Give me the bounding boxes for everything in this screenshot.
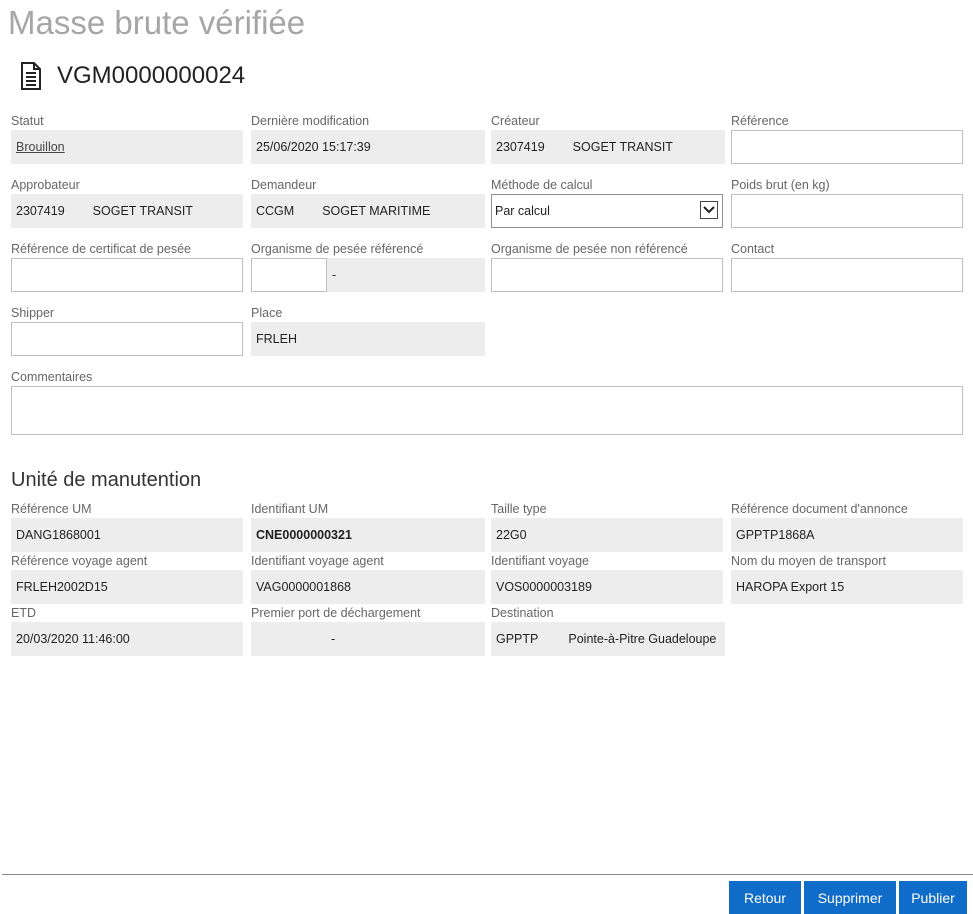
methode-calcul-value: Par calcul <box>495 204 550 218</box>
organisme-non-reference-input[interactable] <box>491 258 723 292</box>
page-title: Masse brute vérifiée <box>8 4 306 41</box>
destination-field: GPPTP Pointe-à-Pitre Guadeloupe <box>491 622 725 656</box>
nom-transport-field: HAROPA Export 15 <box>731 570 963 604</box>
commentaires-label: Commentaires <box>11 370 93 384</box>
nom-transport-label: Nom du moyen de transport <box>731 554 886 568</box>
destination-label: Destination <box>491 606 554 620</box>
premier-port-field: - <box>251 622 485 656</box>
place-label: Place <box>251 306 283 320</box>
demandeur-code: CCGM <box>256 204 295 218</box>
supprimer-button[interactable]: Supprimer <box>804 881 896 914</box>
demandeur-label: Demandeur <box>251 178 317 192</box>
publier-button[interactable]: Publier <box>899 881 967 914</box>
destination-name: Pointe-à-Pitre Guadeloupe <box>568 632 717 646</box>
ref-certificat-label: Référence de certificat de pesée <box>11 242 191 256</box>
document-id: VGM0000000024 <box>57 62 246 89</box>
derniere-modification-label: Dernière modification <box>251 114 370 128</box>
taille-type-label: Taille type <box>491 502 547 516</box>
approbateur-label: Approbateur <box>11 178 80 192</box>
approbateur-code: 2307419 <box>16 204 65 218</box>
methode-calcul-label: Méthode de calcul <box>491 178 593 192</box>
commentaires-textarea[interactable] <box>11 386 963 435</box>
organisme-reference-code-input[interactable] <box>251 258 327 292</box>
reference-input[interactable] <box>731 130 963 164</box>
approbateur-name: SOGET TRANSIT <box>92 204 193 218</box>
createur-code: 2307419 <box>496 140 545 154</box>
place-field: FRLEH <box>251 322 485 356</box>
ref-doc-annonce-field: GPPTP1868A <box>731 518 963 552</box>
createur-name: SOGET TRANSIT <box>572 140 673 154</box>
statut-link[interactable]: Brouillon <box>16 140 65 154</box>
createur-label: Créateur <box>491 114 540 128</box>
derniere-modification-field: 25/06/2020 15:17:39 <box>251 130 485 164</box>
shipper-input[interactable] <box>11 322 243 356</box>
identifiant-um-label: Identifiant UM <box>251 502 329 516</box>
contact-label: Contact <box>731 242 775 256</box>
reference-um-field: DANG1868001 <box>11 518 243 552</box>
document-icon <box>20 62 42 90</box>
createur-field: 2307419 SOGET TRANSIT <box>491 130 725 164</box>
methode-calcul-select[interactable]: Par calcul <box>491 194 723 228</box>
shipper-label: Shipper <box>11 306 55 320</box>
premier-port-label: Premier port de déchargement <box>251 606 421 620</box>
taille-type-field: 22G0 <box>491 518 723 552</box>
statut-label: Statut <box>11 114 44 128</box>
reference-label: Référence <box>731 114 789 128</box>
id-voyage-agent-field: VAG0000001868 <box>251 570 485 604</box>
organisme-reference-label: Organisme de pesée référencé <box>251 242 424 256</box>
um-section-title: Unité de manutention <box>11 469 202 491</box>
ref-voyage-agent-label: Référence voyage agent <box>11 554 148 568</box>
retour-button[interactable]: Retour <box>729 881 801 914</box>
destination-code: GPPTP <box>496 632 539 646</box>
demandeur-name: SOGET MARITIME <box>322 204 431 218</box>
chevron-down-icon[interactable] <box>700 201 718 219</box>
organisme-non-reference-label: Organisme de pesée non référencé <box>491 242 688 256</box>
reference-um-label: Référence UM <box>11 502 92 516</box>
footer-divider <box>2 874 973 875</box>
ref-doc-annonce-label: Référence document d'annonce <box>731 502 908 516</box>
etd-label: ETD <box>11 606 36 620</box>
poids-brut-input[interactable] <box>731 194 963 228</box>
ref-certificat-input[interactable] <box>11 258 243 292</box>
ref-voyage-agent-field: FRLEH2002D15 <box>11 570 243 604</box>
id-voyage-label: Identifiant voyage <box>491 554 589 568</box>
contact-input[interactable] <box>731 258 963 292</box>
id-voyage-field: VOS0000003189 <box>491 570 723 604</box>
statut-field: Brouillon <box>11 130 243 164</box>
identifiant-um-field: CNE0000000321 <box>251 518 485 552</box>
demandeur-field: CCGM SOGET MARITIME <box>251 194 485 228</box>
poids-brut-label: Poids brut (en kg) <box>731 178 830 192</box>
organisme-reference-name: - <box>327 258 485 292</box>
etd-field: 20/03/2020 11:46:00 <box>11 622 243 656</box>
approbateur-field: 2307419 SOGET TRANSIT <box>11 194 243 228</box>
id-voyage-agent-label: Identifiant voyage agent <box>251 554 384 568</box>
